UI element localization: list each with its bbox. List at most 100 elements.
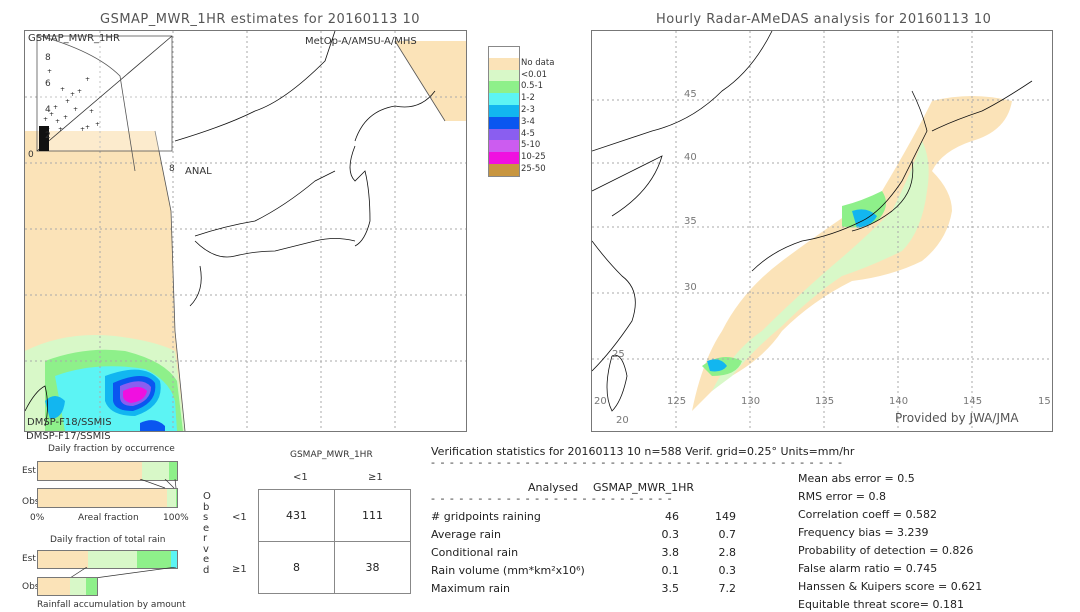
svg-text:+: + (43, 116, 48, 123)
lat-label-40: 40 (684, 152, 697, 163)
bar-segment (38, 551, 89, 568)
contingency-header: GSMAP_MWR_1HR (290, 450, 373, 460)
legend: No data <0.01 0.5-1 1-2 2-3 3-4 4-5 5-10 10-25 25… (488, 46, 558, 177)
col-label-lt1: <1 (293, 472, 308, 483)
lat-label-25: 25 (612, 349, 625, 360)
axis-100pct: 100% (163, 513, 189, 523)
accumulation-title: Rainfall accumulation by amount (37, 600, 186, 610)
stat-analysed: 3.8 (661, 546, 680, 559)
stat-model: 149 (715, 510, 736, 523)
occ-obs-bar (37, 488, 178, 508)
left-map-title: GSMAP_MWR_1HR estimates for 20160113 10 (100, 12, 421, 27)
legend-label: 2-3 (521, 105, 535, 115)
stat-label: Maximum rain (431, 582, 510, 595)
score-line: Probability of detection = 0.826 (798, 544, 974, 557)
inset-scatter: + + + + + + + + + + + + + + + + + + GSMAP_MWR_1HR 8 … (25, 31, 175, 171)
legend-swatch (488, 57, 520, 70)
svg-text:+: + (70, 91, 75, 98)
legend-swatch (488, 140, 520, 153)
right-map-canvas (592, 31, 1052, 431)
svg-text:+: + (89, 108, 94, 115)
bar-segment (86, 578, 97, 595)
legend-label: 0.5-1 (521, 81, 543, 92)
stat-model: 2.8 (718, 546, 737, 559)
rain-est-label: Est (22, 554, 36, 564)
stat-analysed: 0.1 (661, 564, 680, 577)
occ-est-bar (37, 461, 178, 481)
right-map-title: Hourly Radar-AMeDAS analysis for 2016011… (656, 12, 992, 27)
legend-label: 1-2 (521, 93, 535, 104)
svg-text:+: + (73, 106, 78, 113)
lon-label-150: 15 (1038, 396, 1051, 407)
legend-label: No data (521, 57, 555, 68)
stat-model: 7.2 (718, 582, 737, 595)
bar-segment (171, 551, 177, 568)
side-label-observed: Observed (203, 491, 211, 576)
score-line: Frequency bias = 3.239 (798, 526, 929, 539)
stat-label: Average rain (431, 528, 501, 541)
contingency-table: GSMAP_MWR_1HR <1 ≥1 Observed <1 ≥1 431 1… (195, 440, 425, 612)
header-divider: - - - - - - - - - - - - - - - - - - - - … (431, 456, 843, 469)
stat-label: Rain volume (mm*km²x10⁶) (431, 564, 585, 577)
legend-swatch (488, 105, 520, 117)
score-line: Equitable threat score= 0.181 (798, 598, 964, 611)
svg-text:+: + (58, 126, 63, 133)
svg-text:+: + (95, 121, 100, 128)
legend-swatch (488, 116, 520, 129)
svg-text:+: + (60, 86, 65, 93)
col-label-ge1: ≥1 (368, 472, 383, 483)
score-line: RMS error = 0.8 (798, 490, 886, 503)
svg-text:+: + (85, 124, 90, 131)
legend-swatch (488, 69, 520, 82)
lat-label-35: 35 (684, 216, 697, 227)
bar-segment (167, 489, 176, 507)
inset-tick-2y: 2 (45, 131, 51, 141)
inset-tick-6y: 6 (45, 79, 51, 89)
bar-segment (38, 489, 168, 507)
stat-label: Conditional rain (431, 546, 519, 559)
svg-text:+: + (47, 68, 52, 75)
bar-segment (142, 462, 169, 480)
svg-text:+: + (85, 76, 90, 83)
total-rain-title: Daily fraction of total rain (50, 535, 166, 545)
score-line: Hanssen & Kuipers score = 0.621 (798, 580, 983, 593)
stat-model: 0.7 (718, 528, 737, 541)
legend-swatch (488, 128, 520, 141)
stat-analysed: 0.3 (661, 528, 680, 541)
score-line: Mean abs error = 0.5 (798, 472, 915, 485)
fraction-charts: Daily fraction by occurrence Est Obs 0% … (0, 440, 200, 612)
stat-analysed: 3.5 (661, 582, 680, 595)
satellite-label-f18: DMSP-F18/SSMIS (27, 417, 112, 428)
axis-0pct: 0% (30, 513, 45, 523)
swath-no-data-ne (395, 41, 466, 121)
score-line: False alarm ratio = 0.745 (798, 562, 938, 575)
legend-swatch (488, 152, 520, 164)
bar-segment (168, 462, 177, 480)
legend-swatch (488, 93, 520, 105)
bar-segment (69, 578, 86, 595)
lon-label-125: 125 (667, 396, 687, 407)
legend-label: 3-4 (521, 116, 535, 127)
occ-est-label: Est (22, 466, 36, 476)
rain-obs-bar (37, 577, 98, 596)
legend-swatch (488, 164, 520, 177)
bar-segment (175, 489, 177, 507)
svg-text:+: + (80, 126, 85, 133)
inset-ylabel: GSMAP_MWR_1HR (28, 33, 120, 44)
lat-label-20: 20 (616, 415, 629, 426)
axis-areal-fraction: Areal fraction (78, 513, 139, 523)
lon-label-120: 20 (594, 396, 607, 407)
columns-divider: - - - - - - - - - - - - - - - - - - - - … (431, 492, 676, 505)
right-map: 45 40 35 30 25 20 20 125 130 135 140 145… (591, 30, 1053, 432)
inset-tick-4y: 4 (45, 105, 51, 115)
cell-obs-ge1-est-ge1: 38 (334, 541, 411, 594)
legend-label: <0.01 (521, 69, 548, 80)
score-line: Correlation coeff = 0.582 (798, 508, 937, 521)
left-map: + + + + + + + + + + + + + + + + + + GSMAP_MWR_1HR 8 … (24, 30, 467, 432)
cell-obs-lt1-est-lt1: 431 (258, 489, 335, 542)
inset-tick-8x: 8 (169, 164, 175, 174)
lon-label-135: 135 (815, 396, 835, 407)
right-map-grid (592, 31, 1052, 431)
row-label-ge1: ≥1 (232, 564, 247, 575)
data-credit: Provided by JWA/JMA (895, 411, 1019, 425)
